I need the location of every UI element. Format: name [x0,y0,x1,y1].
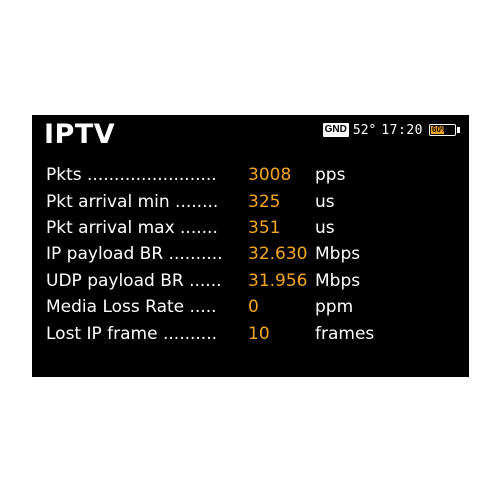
measurement-value: 0 [248,297,259,318]
gnd-indicator: GND [322,123,349,137]
measurement-unit: Mbps [315,244,361,265]
measurement-list: Pkts ........................ 3008 pps P… [46,162,374,347]
measurement-label: Pkts ........................ [46,165,217,186]
measurement-label: Pkt arrival min ........ [46,191,219,212]
measurement-row-pkt-arrival-max: Pkt arrival max ....... 351 us [46,215,374,241]
measurement-label: Pkt arrival max ....... [46,217,218,238]
measurement-value: 351 [248,217,281,238]
measurement-row-udp-payload-br: UDP payload BR ...... 31.956 Mbps [46,268,374,294]
measurement-label: Media Loss Rate ..... [46,297,217,318]
clock: 17:20 [381,122,423,138]
measurement-value: 32.630 [248,244,308,265]
measurement-value: 31.956 [248,270,308,291]
battery-label: 60% [432,125,449,134]
measurement-label: UDP payload BR ...... [46,270,222,291]
measurement-row-lost-ip-frame: Lost IP frame .......... 10 frames [46,320,374,346]
measurement-label: Lost IP frame .......... [46,323,218,344]
temperature-readout: 52° [352,122,377,138]
measurement-row-pkts: Pkts ........................ 3008 pps [46,162,374,188]
battery-icon: 60% [429,124,456,136]
page-title: IPTV [44,119,116,150]
measurement-value: 3008 [248,165,292,186]
measurement-unit: Mbps [315,270,361,291]
measurement-row-ip-payload-br: IP payload BR .......... 32.630 Mbps [46,241,374,267]
measurement-unit: us [315,191,335,212]
measurement-row-pkt-arrival-min: Pkt arrival min ........ 325 us [46,188,374,214]
measurement-unit: ppm [315,297,354,318]
measurement-unit: frames [315,323,375,344]
measurement-value: 325 [248,191,281,212]
measurement-unit: us [315,217,335,238]
device-screen: IPTV GND 52° 17:20 60% Pkts ............… [32,115,469,377]
measurement-unit: pps [315,165,346,186]
measurement-label: IP payload BR .......... [46,244,223,265]
measurement-row-media-loss-rate: Media Loss Rate ..... 0 ppm [46,294,374,320]
battery-tip [457,127,460,133]
measurement-value: 10 [248,323,270,344]
status-bar: GND 52° 17:20 60% [322,122,460,138]
